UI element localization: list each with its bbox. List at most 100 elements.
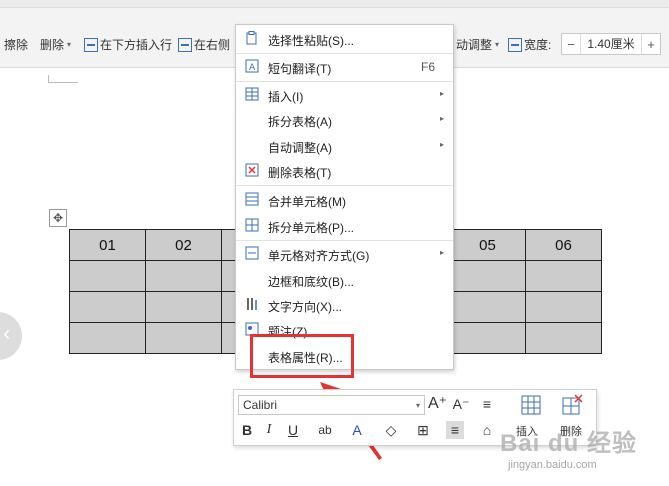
menu-item-split-table[interactable]: 拆分表格(A) ▸ <box>236 109 453 131</box>
menu-item-label: 合并单元格(M) <box>268 195 346 209</box>
insert-col-right-icon <box>178 38 192 52</box>
text-direction-icon <box>247 298 257 310</box>
previous-page-button[interactable]: ‹ <box>0 312 22 360</box>
menu-separator <box>236 185 453 186</box>
menu-item-borders-shading[interactable]: 边框和底纹(B)... <box>236 269 453 291</box>
table-cell[interactable] <box>145 322 222 354</box>
page-corner-mark <box>48 75 78 83</box>
delete-table-icon <box>245 163 259 177</box>
menu-item-label: 自动调整(A) <box>268 141 332 155</box>
width-label-group: 宽度: <box>508 36 551 54</box>
watermark-url: jingyan.baidu.com <box>508 459 597 471</box>
bold-icon[interactable]: B <box>238 421 256 439</box>
menu-item-insert[interactable]: 插入(I) ▸ <box>236 84 453 106</box>
menu-separator <box>236 240 453 241</box>
table-cell[interactable]: 05 <box>449 229 526 261</box>
increase-font-icon[interactable]: A⁺ <box>428 395 447 413</box>
menu-item-label: 插入(I) <box>268 90 304 104</box>
font-color-icon[interactable]: A <box>348 421 366 439</box>
underline-icon[interactable]: U <box>284 421 302 439</box>
table-cell[interactable] <box>69 260 146 292</box>
highlight-box <box>250 334 354 378</box>
shortcut-key: F6 <box>420 60 435 74</box>
chevron-left-icon: ‹ <box>3 323 10 345</box>
format-painter-icon[interactable]: ⌂ <box>478 421 496 439</box>
menu-item-label: 文字方向(X)... <box>268 300 342 314</box>
cell-align-icon <box>245 246 259 260</box>
width-icon <box>508 38 522 52</box>
menu-item-label: 边框和底纹(B)... <box>268 275 354 289</box>
table-cell[interactable] <box>525 322 602 354</box>
ribbon-tab-strip <box>0 0 669 8</box>
erase-button[interactable]: 擦除 <box>4 36 28 54</box>
submenu-arrow-icon: ▸ <box>439 140 444 149</box>
insert-table-icon[interactable] <box>520 394 542 416</box>
table-insert-icon <box>245 87 259 101</box>
insert-col-right-button[interactable]: 在右侧 <box>178 36 230 54</box>
table-cell[interactable] <box>525 291 602 323</box>
erase-label: 擦除 <box>4 38 29 52</box>
table-cell[interactable] <box>145 260 222 292</box>
insert-row-below-button[interactable]: 在下方插入行 <box>84 36 172 54</box>
table-cell[interactable] <box>69 322 146 354</box>
shading-icon[interactable]: ◇ <box>382 421 400 439</box>
table-cell[interactable] <box>449 322 526 354</box>
context-menu: 选择性粘贴(S)... A 短句翻译(T) F6 插入(I) ▸ 拆分表格(A)… <box>235 24 454 370</box>
width-label: 宽度: <box>524 38 552 52</box>
auto-adjust-button[interactable]: 动调整 ▾ <box>456 36 499 54</box>
paste-icon <box>246 31 257 45</box>
submenu-arrow-icon: ▸ <box>439 89 444 98</box>
table-cell[interactable] <box>69 291 146 323</box>
decrease-font-icon[interactable]: A⁻ <box>452 395 470 413</box>
menu-separator <box>236 81 453 82</box>
table-cell[interactable]: 02 <box>145 229 222 261</box>
menu-item-label: 短句翻译(T) <box>268 62 332 76</box>
width-value[interactable]: 1.40厘米 <box>580 34 642 54</box>
menu-item-label: 选择性粘贴(S)... <box>268 34 354 48</box>
table-cell[interactable] <box>145 291 222 323</box>
font-name-value: Calibri <box>243 398 278 412</box>
menu-item-label: 拆分表格(A) <box>268 115 332 129</box>
menu-item-merge-cells[interactable]: 合并单元格(M) <box>236 189 453 211</box>
menu-item-label: 拆分单元格(P)... <box>268 221 354 235</box>
menu-item-cell-alignment[interactable]: 单元格对齐方式(G) ▸ <box>236 243 453 265</box>
insert-row-below-icon <box>84 38 98 52</box>
merge-cells-icon <box>245 192 259 206</box>
watermark-logo-text: Bai du 经验 <box>500 430 638 457</box>
align-icon[interactable]: ≡ <box>446 421 464 439</box>
translate-icon: A <box>245 59 259 73</box>
submenu-arrow-icon: ▸ <box>439 248 444 257</box>
table-cell[interactable]: 06 <box>525 229 602 261</box>
borders-icon[interactable]: ⊞ <box>414 421 432 439</box>
delete-label: 删除 <box>40 38 65 52</box>
table-cell[interactable]: 01 <box>69 229 146 261</box>
menu-item-text-direction[interactable]: 文字方向(X)... <box>236 294 453 316</box>
table-cell[interactable] <box>525 260 602 292</box>
highlight-color-icon[interactable]: ab <box>316 421 334 439</box>
menu-item-delete-table[interactable]: 删除表格(T) <box>236 160 453 182</box>
menu-item-label: 单元格对齐方式(G) <box>268 249 370 263</box>
decrease-width-button[interactable]: − <box>562 37 580 52</box>
table-move-handle-icon[interactable]: ✥ <box>49 209 67 227</box>
italic-icon[interactable]: I <box>260 421 278 439</box>
table-cell[interactable] <box>449 260 526 292</box>
menu-item-split-cells[interactable]: 拆分单元格(P)... <box>236 215 453 237</box>
auto-adjust-label: 动调整 <box>456 38 493 52</box>
insert-row-below-label: 在下方插入行 <box>100 38 173 52</box>
font-name-select[interactable]: Calibri ▾ <box>238 395 425 415</box>
chevron-down-icon: ▾ <box>495 40 500 49</box>
chevron-down-icon: ▾ <box>415 401 420 410</box>
chevron-down-icon: ▾ <box>67 40 72 49</box>
menu-item-auto-adjust[interactable]: 自动调整(A) ▸ <box>236 135 453 157</box>
menu-item-translate[interactable]: A 短句翻译(T) F6 <box>236 56 453 78</box>
menu-item-paste-special[interactable]: 选择性粘贴(S)... <box>236 28 453 50</box>
insert-col-right-label: 在右侧 <box>194 38 231 52</box>
width-stepper[interactable]: − 1.40厘米 + <box>561 33 661 55</box>
delete-table-icon[interactable] <box>561 394 583 416</box>
baidu-watermark: Bai du 经验 jingyan.baidu.com <box>500 423 660 483</box>
delete-button[interactable]: 删除 ▾ <box>40 36 71 54</box>
svg-text:A: A <box>249 63 256 73</box>
table-cell[interactable] <box>449 291 526 323</box>
line-spacing-icon[interactable]: ≡ <box>478 395 496 413</box>
increase-width-button[interactable]: + <box>642 37 660 52</box>
